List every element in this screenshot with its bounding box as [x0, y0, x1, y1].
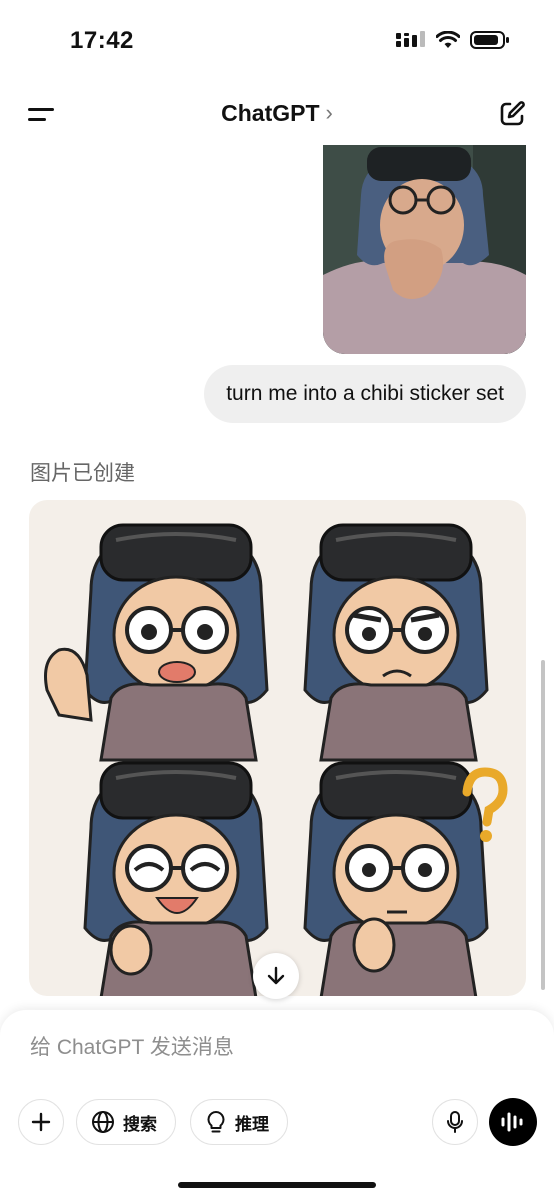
dictation-button[interactable]: [432, 1099, 478, 1145]
chat-screen: 17:42 ChatGPT › turn me into a chibi sti…: [0, 0, 554, 1200]
generated-sticker-image[interactable]: [29, 500, 526, 996]
chevron-right-icon: ›: [325, 100, 333, 125]
cellular-signal-icon: [396, 31, 425, 47]
chat-header: ChatGPT ›: [0, 88, 554, 144]
reason-button[interactable]: 推理: [190, 1099, 288, 1145]
message-composer: 搜索 推理: [0, 1010, 554, 1200]
voice-mode-button[interactable]: [489, 1098, 537, 1146]
reason-button-label: 推理: [235, 1114, 269, 1134]
add-attachment-button[interactable]: [18, 1099, 64, 1145]
page-title: ChatGPT: [221, 100, 320, 126]
message-input[interactable]: [30, 1036, 510, 1060]
plus-icon: [31, 1112, 51, 1132]
scrollbar[interactable]: [541, 660, 545, 990]
compose-icon: [500, 101, 525, 126]
user-uploaded-photo[interactable]: [323, 145, 526, 354]
globe-icon: [92, 1111, 114, 1133]
microphone-icon: [447, 1111, 463, 1133]
search-button[interactable]: 搜索: [76, 1099, 176, 1145]
lightbulb-icon: [207, 1111, 225, 1133]
battery-icon: [470, 31, 509, 49]
arrow-down-icon: [267, 966, 285, 985]
home-indicator[interactable]: [178, 1182, 376, 1188]
search-button-label: 搜索: [123, 1114, 157, 1134]
new-chat-button[interactable]: [496, 98, 528, 130]
user-photo-image: [323, 145, 526, 354]
status-bar: 17:42: [0, 0, 554, 80]
user-message-bubble: turn me into a chibi sticker set: [204, 365, 526, 423]
model-selector[interactable]: ChatGPT ›: [0, 100, 554, 127]
wifi-icon: [436, 31, 460, 48]
voice-wave-icon: [501, 1112, 523, 1132]
scroll-to-bottom-button[interactable]: [253, 953, 299, 999]
status-icons: [396, 30, 510, 50]
sticker-sheet-image: [44, 523, 508, 996]
status-time: 17:42: [70, 27, 134, 54]
user-message-text: turn me into a chibi sticker set: [226, 382, 504, 405]
image-created-label: 图片已创建: [30, 462, 135, 485]
